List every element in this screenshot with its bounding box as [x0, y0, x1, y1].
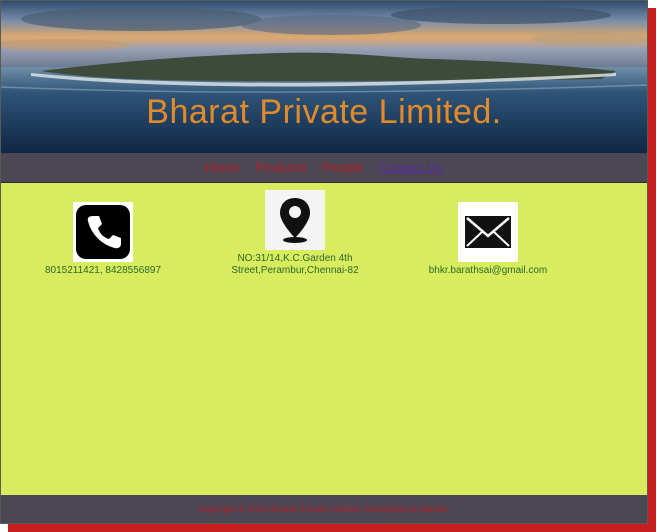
site-title: Bharat Private Limited.: [146, 93, 502, 131]
main-nav: Home Products People Contact Us: [1, 153, 647, 183]
phone-contact: 8015211421, 8428556897: [29, 202, 177, 277]
phone-numbers: 8015211421, 8428556897: [44, 265, 162, 276]
nav-people-link[interactable]: People: [322, 160, 362, 175]
email-contact: bhkr.barathsai@gmail.com: [413, 202, 563, 277]
contact-section: 8015211421, 8428556897 NO:31/14,K.C.Gard…: [1, 183, 647, 495]
page-frame: Bharat Private Limited. Home Products Pe…: [0, 0, 648, 524]
nav-home-link[interactable]: Home: [205, 160, 240, 175]
nav-products-link[interactable]: Products: [255, 160, 306, 175]
address-line-1: NO:31/14,K.C.Garden 4th: [237, 253, 353, 264]
phone-icon: [73, 202, 133, 262]
envelope-icon: [458, 202, 518, 262]
location-pin-icon: [265, 190, 325, 250]
footer: Copyright © 2021 Bharat Private Limited.…: [1, 495, 647, 523]
address-contact: NO:31/14,K.C.Garden 4th Street,Perambur,…: [213, 190, 377, 277]
header-banner: Bharat Private Limited.: [1, 1, 647, 153]
address-line-2: Street,Perambur,Chennai-82: [231, 265, 359, 276]
copyright-text: Copyright © 2021 Bharat Private Limited.…: [197, 504, 451, 514]
nav-contact-us-link[interactable]: Contact Us: [379, 160, 443, 175]
email-address: bhkr.barathsai@gmail.com: [428, 265, 548, 276]
